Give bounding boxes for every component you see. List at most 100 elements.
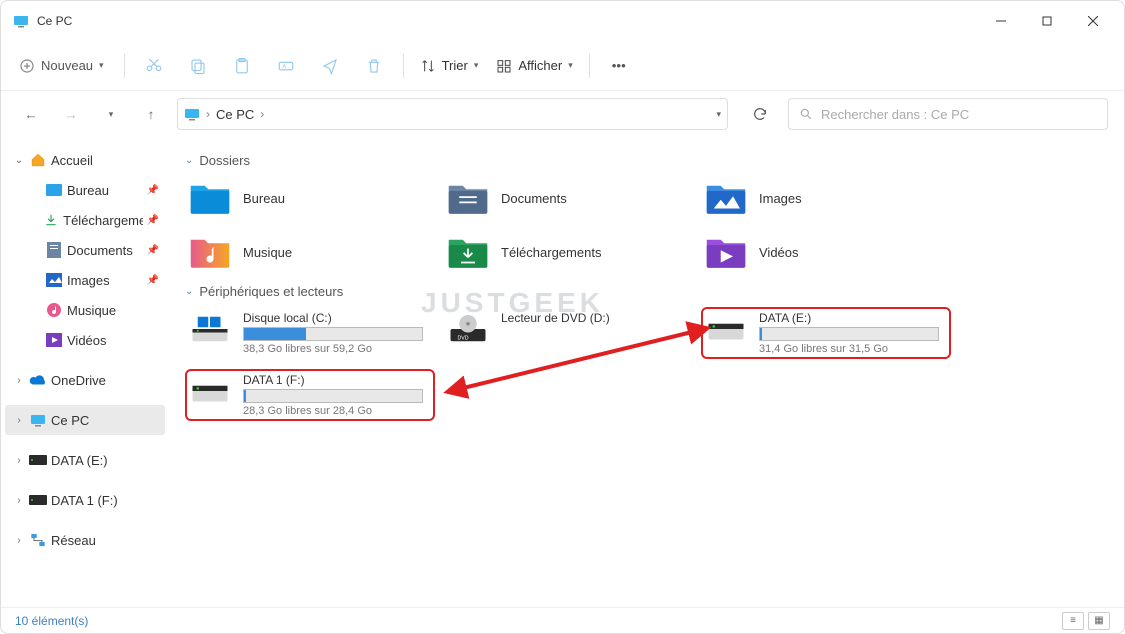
- folder-images[interactable]: Images: [701, 176, 951, 220]
- cut-button[interactable]: [135, 47, 173, 85]
- sidebar-item-network[interactable]: › Réseau: [5, 525, 165, 555]
- network-icon: [29, 531, 47, 549]
- folder-icon: [447, 180, 489, 216]
- drive-icon: [705, 311, 747, 347]
- drive-label: DATA (E:): [759, 311, 947, 325]
- sidebar-item-onedrive[interactable]: › OneDrive: [5, 365, 165, 395]
- document-icon: [45, 241, 63, 259]
- sidebar-item-label: Ce PC: [51, 413, 89, 428]
- chevron-right-icon[interactable]: ›: [13, 415, 25, 426]
- copy-button[interactable]: [179, 47, 217, 85]
- sidebar-item-music[interactable]: Musique: [21, 295, 165, 325]
- folder-bureau[interactable]: Bureau: [185, 176, 435, 220]
- folder-grid: Bureau Documents Images Musique Téléchar…: [185, 176, 1108, 274]
- drive-bar: [243, 327, 423, 341]
- folder-downloads[interactable]: Téléchargements: [443, 230, 693, 274]
- folder-icon: [189, 180, 231, 216]
- folder-icon: [705, 180, 747, 216]
- sidebar-item-bureau[interactable]: Bureau 📌: [21, 175, 165, 205]
- minimize-button[interactable]: [978, 5, 1024, 37]
- sidebar-item-label: Réseau: [51, 533, 96, 548]
- rename-button[interactable]: A: [267, 47, 305, 85]
- sidebar-item-home[interactable]: ⌄ Accueil: [5, 145, 165, 175]
- sort-label: Trier: [442, 58, 468, 73]
- chevron-right-icon[interactable]: ›: [13, 495, 25, 506]
- drive-stat: 31,4 Go libres sur 31,5 Go: [759, 343, 947, 355]
- sidebar-item-label: Musique: [67, 303, 116, 318]
- sidebar-item-documents[interactable]: Documents 📌: [21, 235, 165, 265]
- sort-button[interactable]: Trier ▾: [414, 52, 485, 80]
- more-button[interactable]: •••: [600, 47, 638, 85]
- search-input[interactable]: [821, 107, 1097, 122]
- status-count: 10 élément(s): [15, 614, 88, 628]
- drive-f[interactable]: DATA 1 (F:) 28,3 Go libres sur 28,4 Go: [185, 369, 435, 421]
- new-label: Nouveau: [41, 58, 93, 73]
- svg-text:A: A: [282, 64, 286, 70]
- new-button[interactable]: Nouveau ▾: [9, 52, 114, 80]
- paste-button[interactable]: [223, 47, 261, 85]
- chevron-right-icon[interactable]: ›: [13, 375, 25, 386]
- folder-music[interactable]: Musique: [185, 230, 435, 274]
- refresh-button[interactable]: [744, 98, 776, 130]
- view-button[interactable]: Afficher ▾: [490, 52, 578, 80]
- folder-label: Vidéos: [759, 245, 799, 260]
- drive-bar: [243, 389, 423, 403]
- chevron-down-icon: ⌄: [185, 286, 193, 297]
- folder-icon: [447, 234, 489, 270]
- address-bar[interactable]: › Ce PC › ▾: [177, 98, 728, 130]
- folder-label: Bureau: [243, 191, 285, 206]
- sidebar: ⌄ Accueil Bureau 📌 Téléchargement 📌 Docu…: [1, 137, 169, 609]
- close-button[interactable]: [1070, 5, 1116, 37]
- drive-label: Disque local (C:): [243, 311, 431, 325]
- main: ⌄ Accueil Bureau 📌 Téléchargement 📌 Docu…: [1, 137, 1124, 609]
- breadcrumb-path[interactable]: Ce PC: [216, 107, 254, 122]
- drive-icon: [189, 311, 231, 347]
- app-icon: [13, 13, 29, 29]
- sidebar-item-data-e[interactable]: › DATA (E:): [5, 445, 165, 475]
- sidebar-item-images[interactable]: Images 📌: [21, 265, 165, 295]
- folder-videos[interactable]: Vidéos: [701, 230, 951, 274]
- maximize-button[interactable]: [1024, 5, 1070, 37]
- sidebar-item-label: DATA 1 (F:): [51, 493, 118, 508]
- divider: [403, 54, 404, 78]
- delete-button[interactable]: [355, 47, 393, 85]
- drive-c[interactable]: Disque local (C:) 38,3 Go libres sur 59,…: [185, 307, 435, 359]
- up-button[interactable]: ↑: [137, 100, 165, 128]
- details-view-button[interactable]: ≡: [1062, 612, 1084, 630]
- dvd-icon: DVD: [447, 311, 489, 347]
- folder-documents[interactable]: Documents: [443, 176, 693, 220]
- drive-stat: 38,3 Go libres sur 59,2 Go: [243, 343, 431, 355]
- chevron-right-icon[interactable]: ›: [13, 535, 25, 546]
- drive-grid: Disque local (C:) 38,3 Go libres sur 59,…: [185, 307, 1108, 421]
- sidebar-item-label: Accueil: [51, 153, 93, 168]
- thumbnails-view-button[interactable]: ▦: [1088, 612, 1110, 630]
- sidebar-item-videos[interactable]: Vidéos: [21, 325, 165, 355]
- back-button[interactable]: ←: [17, 100, 45, 128]
- sidebar-item-label: OneDrive: [51, 373, 106, 388]
- chevron-right-icon[interactable]: ›: [13, 455, 25, 466]
- content: ⌄ Dossiers Bureau Documents Images Musiq…: [169, 137, 1124, 609]
- sidebar-item-downloads[interactable]: Téléchargement 📌: [21, 205, 165, 235]
- drive-dvd[interactable]: DVD Lecteur de DVD (D:): [443, 307, 693, 359]
- section-folders[interactable]: ⌄ Dossiers: [185, 153, 1108, 168]
- divider: [124, 54, 125, 78]
- chevron-down-icon[interactable]: ▾: [716, 109, 721, 120]
- sidebar-item-data-f[interactable]: › DATA 1 (F:): [5, 485, 165, 515]
- image-icon: [45, 271, 63, 289]
- sidebar-item-this-pc[interactable]: › Ce PC: [5, 405, 165, 435]
- pc-icon: [184, 106, 200, 122]
- search-box[interactable]: [788, 98, 1108, 130]
- chevron-down-icon[interactable]: ⌄: [13, 155, 25, 166]
- drive-e[interactable]: DATA (E:) 31,4 Go libres sur 31,5 Go: [701, 307, 951, 359]
- section-drives[interactable]: ⌄ Périphériques et lecteurs: [185, 284, 1108, 299]
- forward-button[interactable]: →: [57, 100, 85, 128]
- divider: [589, 54, 590, 78]
- folder-label: Images: [759, 191, 802, 206]
- cloud-icon: [29, 371, 47, 389]
- recent-button[interactable]: ▾: [97, 100, 125, 128]
- share-button[interactable]: [311, 47, 349, 85]
- chevron-down-icon: ▾: [568, 60, 573, 71]
- drive-icon: [29, 491, 47, 509]
- section-title: Périphériques et lecteurs: [199, 284, 343, 299]
- drive-stat: 28,3 Go libres sur 28,4 Go: [243, 405, 431, 417]
